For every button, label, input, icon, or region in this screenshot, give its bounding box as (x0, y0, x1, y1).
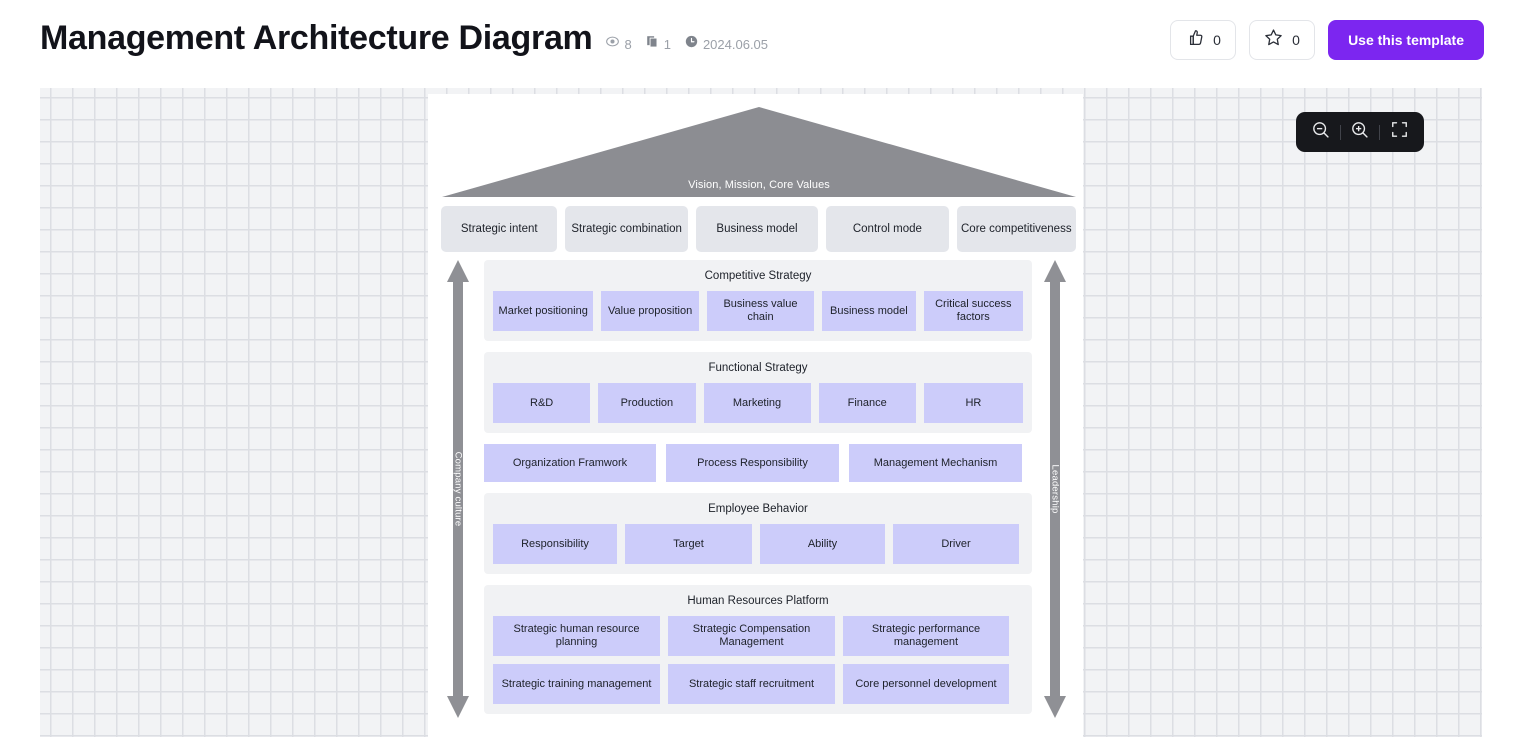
zoom-in-icon (1350, 120, 1370, 145)
views-count: 8 (624, 36, 632, 52)
leadership-arrow[interactable]: Leadership (1043, 260, 1067, 718)
architecture-stack: Competitive Strategy Market positioning Va… (484, 260, 1032, 725)
architecture-box[interactable]: Strategic Compensation Management (668, 616, 835, 656)
architecture-box[interactable]: Value proposition (601, 291, 699, 331)
architecture-box[interactable]: Production (598, 383, 696, 423)
favorite-count: 0 (1292, 32, 1300, 48)
fit-screen-icon (1390, 120, 1409, 144)
section-row: Responsibility Target Ability Driver (493, 524, 1023, 564)
page-title: Management Architecture Diagram (40, 19, 593, 57)
architecture-box[interactable]: Business value chain (706, 291, 815, 331)
section-row: R&D Production Marketing Finance HR (493, 383, 1023, 423)
zoom-in-button[interactable] (1341, 113, 1379, 151)
favorite-button[interactable]: 0 (1249, 20, 1316, 60)
strategy-box[interactable]: Business model (695, 206, 819, 252)
roof-shape[interactable]: Vision, Mission, Core Values (442, 107, 1076, 199)
architecture-box[interactable]: HR (923, 383, 1023, 423)
use-this-template-button[interactable]: Use this template (1328, 20, 1484, 60)
section-title: Competitive Strategy (704, 270, 812, 282)
copy-icon (646, 35, 659, 53)
date-meta: 2024.06.05 (685, 35, 768, 53)
section-title: Functional Strategy (708, 362, 808, 374)
section-panel[interactable]: Functional Strategy R&D Production Marketin… (484, 352, 1032, 433)
company-culture-label: Company culture (452, 451, 464, 527)
thumbs-up-icon (1185, 28, 1204, 52)
copies-meta: 1 (646, 35, 671, 53)
architecture-box[interactable]: Driver (893, 524, 1019, 564)
copies-count: 1 (663, 36, 671, 52)
architecture-box[interactable]: Finance (818, 383, 916, 423)
strategy-box[interactable]: Strategic intent (441, 206, 558, 252)
star-icon (1264, 28, 1283, 52)
architecture-box[interactable]: Management Mechanism (849, 444, 1022, 482)
architecture-box[interactable]: Marketing (703, 383, 811, 423)
fit-screen-button[interactable] (1380, 113, 1418, 151)
views-meta: 8 (606, 35, 632, 53)
strategy-box[interactable]: Strategic combination (565, 206, 688, 252)
section-row: Strategic human resource planning Strateg… (493, 616, 1023, 656)
roof-label: Vision, Mission, Core Values (688, 179, 830, 191)
strategy-box[interactable]: Core competitiveness (956, 206, 1076, 252)
section-title: Employee Behavior (708, 503, 808, 515)
architecture-box[interactable]: Process Responsibility (666, 444, 839, 482)
leadership-label: Leadership (1049, 464, 1061, 514)
section-panel[interactable]: Competitive Strategy Market positioning Va… (484, 260, 1032, 341)
section-title: Human Resources Platform (687, 595, 829, 607)
metadata-row: 8 1 2024.06.05 (606, 35, 776, 58)
architecture-box[interactable]: R&D (493, 383, 591, 423)
zoom-out-button[interactable] (1302, 113, 1340, 151)
architecture-box[interactable]: Strategic human resource planning (493, 616, 660, 656)
architecture-box[interactable]: Strategic training management (493, 664, 660, 704)
section-row: Market positioning Value proposition Busin… (493, 291, 1023, 331)
section-row: Strategic training management Strategic s… (493, 664, 1023, 704)
diagram-card[interactable]: Vision, Mission, Core Values Strategic i… (428, 94, 1083, 737)
architecture-box[interactable]: Organization Framwork (484, 444, 656, 482)
architecture-box[interactable]: Ability (760, 524, 885, 564)
company-culture-arrow[interactable]: Company culture (446, 260, 470, 718)
title-group: Management Architecture Diagram 8 1 2024… (40, 18, 776, 58)
like-count: 0 (1213, 32, 1221, 48)
zoom-out-icon (1311, 120, 1331, 145)
zoom-toolbar (1296, 112, 1424, 152)
top-bar: Management Architecture Diagram 8 1 2024… (0, 0, 1522, 88)
top-strategy-row: Strategic intent Strategic combination Bus… (441, 206, 1076, 252)
architecture-box[interactable]: Business model (822, 291, 916, 331)
architecture-box[interactable]: Target (625, 524, 752, 564)
section-panel[interactable]: Employee Behavior Responsibility Target Abi… (484, 493, 1032, 574)
strategy-box[interactable]: Control mode (826, 206, 949, 252)
architecture-box[interactable]: Core personnel development (843, 664, 1009, 704)
architecture-box[interactable]: Strategic staff recruitment (668, 664, 835, 704)
diagram-canvas[interactable]: Vision, Mission, Core Values Strategic i… (40, 88, 1482, 737)
use-this-template-label: Use this template (1348, 32, 1464, 48)
date-value: 2024.06.05 (702, 36, 769, 52)
architecture-box[interactable]: Responsibility (493, 524, 617, 564)
like-button[interactable]: 0 (1170, 20, 1237, 60)
section-panel[interactable]: Human Resources Platform Strategic human … (484, 585, 1032, 714)
eye-icon (606, 35, 620, 53)
architecture-box[interactable]: Critical success factors (923, 291, 1023, 331)
header-actions: 0 0 Use this template (1170, 20, 1484, 60)
clock-icon (685, 35, 698, 53)
architecture-box[interactable]: Strategic performance management (843, 616, 1009, 656)
architecture-box[interactable]: Market positioning (493, 291, 594, 331)
organization-row: Organization Framwork Process Responsibil… (484, 444, 1032, 482)
